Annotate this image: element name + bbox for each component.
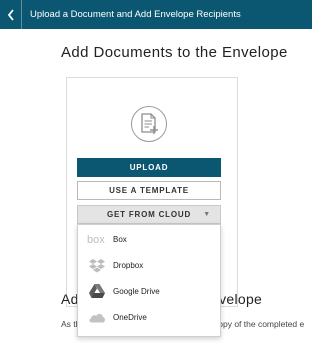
onedrive-logo-icon [87,309,107,325]
cloud-menu-item-onedrive[interactable]: OneDrive [78,304,220,330]
caret-down-icon: ▼ [203,211,211,218]
cloud-dropdown-menu: box Box Dropbox Google Drive OneDrive [77,224,221,337]
cloud-menu-item-box[interactable]: box Box [78,226,220,252]
cloud-menu-item-label: OneDrive [113,312,147,322]
cloud-menu-item-google-drive[interactable]: Google Drive [78,278,220,304]
section-text-right: copy of the completed e [214,319,305,329]
document-add-icon [131,106,167,142]
top-bar: Upload a Document and Add Envelope Recip… [0,0,312,29]
cloud-menu-item-dropbox[interactable]: Dropbox [78,252,220,278]
back-button[interactable] [0,0,22,29]
chevron-left-icon [7,8,14,21]
page-title: Add Documents to the Envelope [61,44,288,61]
upload-button[interactable]: UPLOAD [77,158,221,177]
get-from-cloud-button[interactable]: GET FROM CLOUD ▼ [77,205,221,224]
cloud-menu-item-label: Dropbox [113,260,144,270]
google-drive-logo-icon [87,283,107,299]
dropbox-logo-icon [87,257,107,273]
cloud-menu-item-label: Google Drive [113,286,160,296]
box-logo-icon: box [87,231,107,247]
get-from-cloud-label: GET FROM CLOUD [106,210,192,219]
page-header-title: Upload a Document and Add Envelope Recip… [30,9,241,20]
svg-text:box: box [87,234,105,245]
cloud-menu-item-label: Box [113,234,127,244]
use-template-button[interactable]: USE A TEMPLATE [77,181,221,200]
